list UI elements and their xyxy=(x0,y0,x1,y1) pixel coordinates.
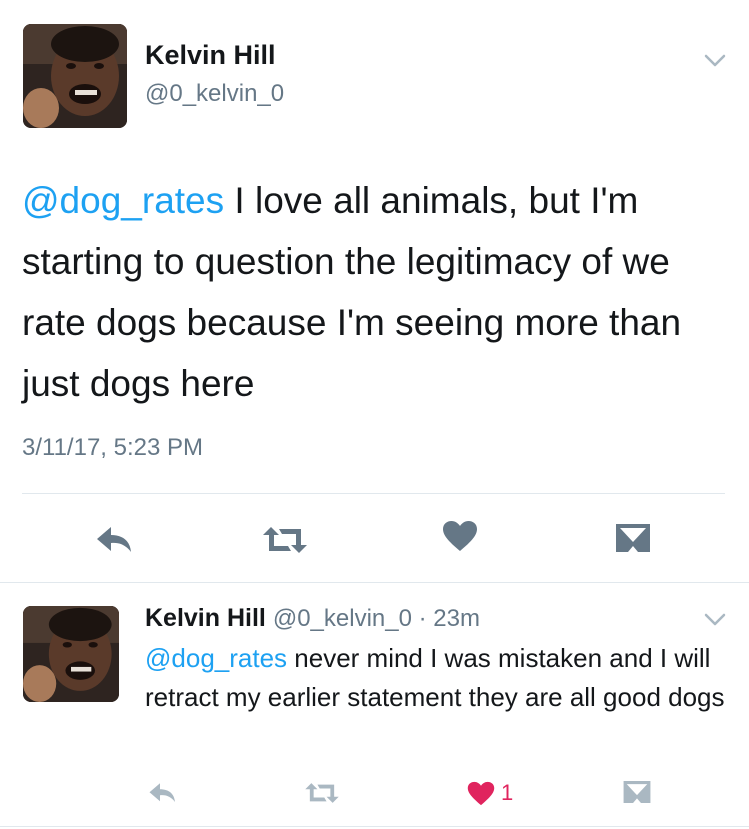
reply-age[interactable]: 23m xyxy=(433,605,480,632)
message-icon[interactable] xyxy=(622,779,652,805)
retweet-icon[interactable] xyxy=(303,781,341,805)
mention-link[interactable]: @dog_rates xyxy=(145,643,287,673)
avatar-photo xyxy=(23,606,119,702)
retweet-icon[interactable] xyxy=(260,525,310,555)
divider xyxy=(22,493,725,494)
avatar-photo xyxy=(23,24,127,128)
tweet-timestamp[interactable]: 3/11/17, 5:23 PM xyxy=(22,434,203,462)
separator-dot: · xyxy=(418,605,427,632)
tweet-text: @dog_rates I love all animals, but I'm s… xyxy=(22,170,732,414)
reply-author-handle[interactable]: @0_kelvin_0 xyxy=(273,605,412,632)
heart-filled-icon xyxy=(467,781,495,805)
chevron-down-icon[interactable] xyxy=(704,54,726,68)
like-button[interactable]: 1 xyxy=(467,780,513,806)
chevron-down-icon[interactable] xyxy=(704,613,726,627)
author-avatar[interactable] xyxy=(23,24,127,128)
reply-text: @dog_rates never mind I was mistaken and… xyxy=(145,639,735,717)
author-name[interactable]: Kelvin Hill xyxy=(145,40,276,71)
heart-icon[interactable] xyxy=(442,520,478,552)
reply-icon[interactable] xyxy=(148,781,178,805)
reply-author-avatar[interactable] xyxy=(23,606,119,702)
reply-icon[interactable] xyxy=(95,525,135,555)
like-count: 1 xyxy=(501,780,514,805)
divider xyxy=(0,582,749,583)
divider xyxy=(0,826,749,827)
author-handle[interactable]: @0_kelvin_0 xyxy=(145,80,284,108)
mention-link[interactable]: @dog_rates xyxy=(22,180,224,221)
message-icon[interactable] xyxy=(614,522,652,554)
meta-separator: · xyxy=(412,605,433,632)
reply-header: Kelvin Hill @0_kelvin_0 · 23m xyxy=(145,604,480,633)
reply-author-name[interactable]: Kelvin Hill xyxy=(145,604,266,632)
